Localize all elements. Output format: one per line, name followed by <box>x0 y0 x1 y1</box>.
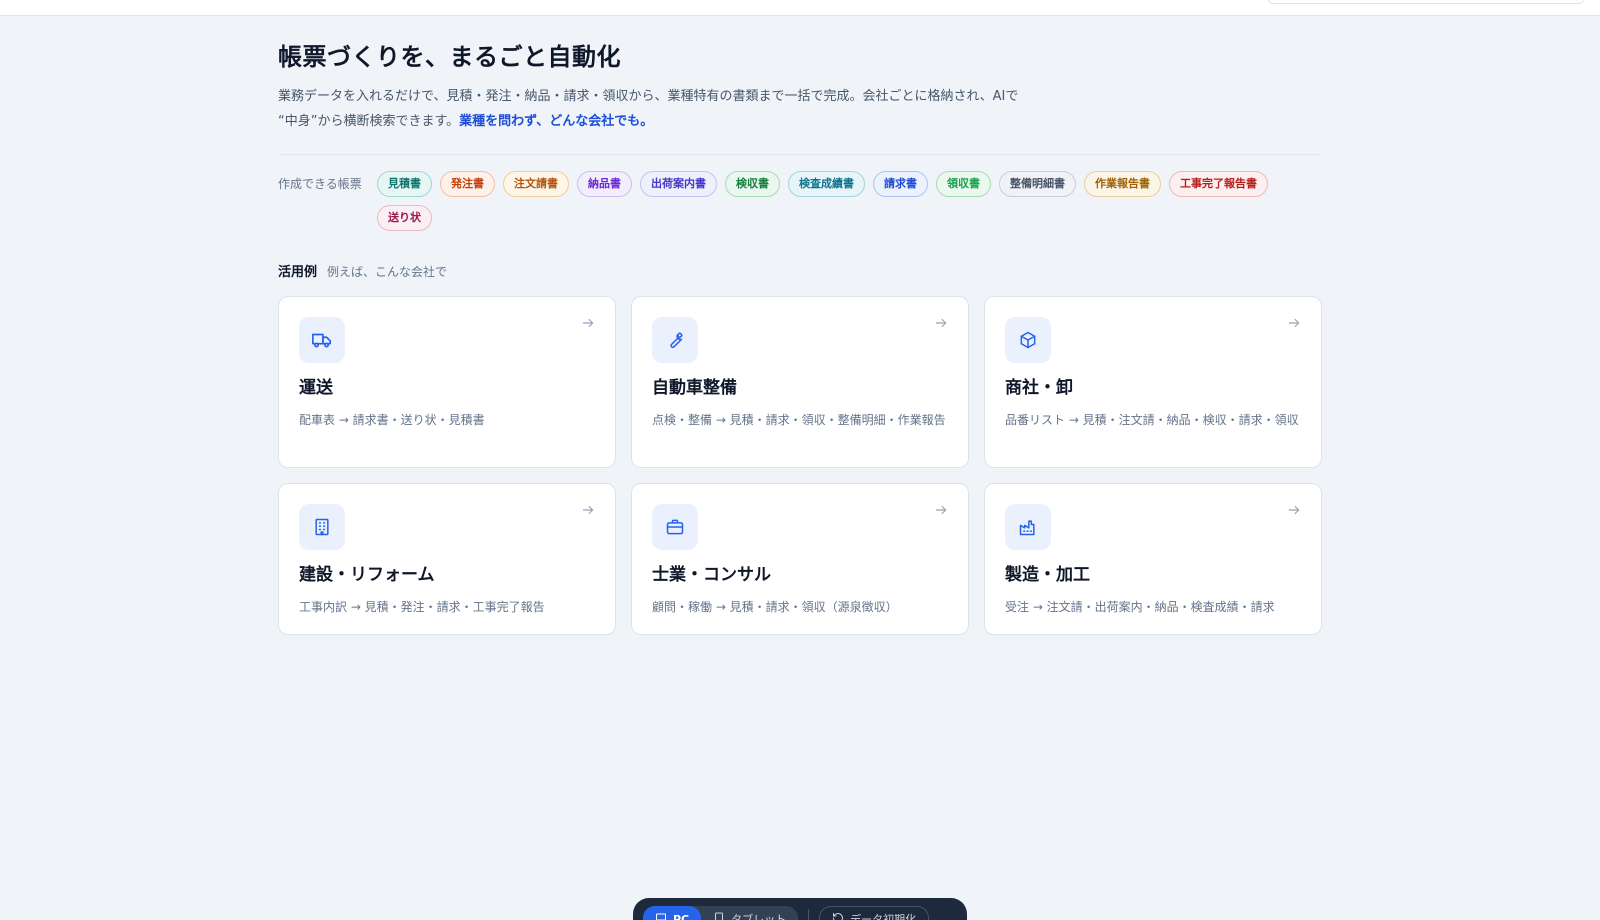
document-chip: 見積書 <box>377 171 432 197</box>
usecase-card-construction[interactable]: 建設・リフォーム 工事内訳 → 見積・発注・請求・工事完了報告 <box>278 483 616 635</box>
arrow-right-icon <box>1287 502 1301 521</box>
pc-label: PC <box>673 912 690 920</box>
document-chip: 出荷案内書 <box>640 171 717 197</box>
search-input[interactable] <box>1268 0 1584 4</box>
pc-view-button[interactable]: PC <box>643 906 702 920</box>
card-title: 建設・リフォーム <box>299 565 435 585</box>
usecase-title: 活用例 <box>278 265 318 280</box>
arrow-right-icon <box>1287 315 1301 334</box>
hero-description: 業務データを入れるだけで、見積・発注・納品・請求・領収から、業種特有の書類まで一… <box>278 84 1078 134</box>
arrow-right-icon <box>581 502 595 521</box>
card-description: 点検・整備 → 見積・請求・領収・整備明細・作業報告 <box>652 413 946 427</box>
document-chip: 発注書 <box>440 171 495 197</box>
hero-highlight: 業種を問わず、どんな会社でも。 <box>459 114 654 129</box>
document-chip: 作業報告書 <box>1084 171 1161 197</box>
tablet-label: タブレット <box>731 913 787 920</box>
document-chip: 送り状 <box>377 205 432 231</box>
arrow-right-icon <box>934 502 948 521</box>
briefcase-icon <box>652 504 698 550</box>
card-title: 製造・加工 <box>1005 565 1090 585</box>
card-title: 自動車整備 <box>652 378 737 398</box>
document-chip: 検査成績書 <box>788 171 865 197</box>
wrench-icon <box>652 317 698 363</box>
card-title: 士業・コンサル <box>652 565 771 585</box>
tablet-icon <box>713 912 725 920</box>
card-description: 品番リスト → 見積・注文請・納品・検収・請求・領収 <box>1005 413 1299 427</box>
document-chip: 検収書 <box>725 171 780 197</box>
arrow-right-icon <box>934 315 948 334</box>
reset-icon <box>832 912 844 920</box>
page-title: 帳票づくりを、まるごと自動化 <box>278 43 621 71</box>
usecase-grid: 運送 配車表 → 請求書・送り状・見積書 自動車整備 点検・整備 → 見積・請求… <box>278 296 1322 635</box>
usecase-card-trading[interactable]: 商社・卸 品番リスト → 見積・注文請・納品・検収・請求・領収 <box>984 296 1322 468</box>
usecase-card-auto-repair[interactable]: 自動車整備 点検・整備 → 見積・請求・領収・整備明細・作業報告 <box>631 296 969 468</box>
hero-desc-line2: “中身”から横断検索できます。 <box>278 114 460 129</box>
document-types-label: 作成できる帳票 <box>278 177 362 191</box>
usecase-subtitle: 例えば、こんな会社で <box>327 265 448 279</box>
top-bar <box>0 0 1600 16</box>
monitor-icon <box>655 912 667 920</box>
document-chips: 見積書 発注書 注文請書 納品書 出荷案内書 検収書 検査成績書 請求書 領収書 整備明細書 作業報… <box>377 171 1317 231</box>
dock-separator <box>808 909 810 920</box>
device-toggle: PC タブレット <box>643 906 799 920</box>
device-dock: PC タブレット データ初期化 <box>633 898 967 920</box>
hero-desc-line1: 業務データを入れるだけで、見積・発注・納品・請求・領収から、業種特有の書類まで一… <box>278 89 1019 104</box>
reset-label: データ初期化 <box>850 913 917 920</box>
document-types: 作成できる帳票 見積書 発注書 注文請書 納品書 出荷案内書 検収書 検査成績書 請求書 領収書… <box>278 171 1322 231</box>
card-description: 顧問・稼働 → 見積・請求・領収（源泉徴収） <box>652 600 898 614</box>
usecase-header: 活用例 例えば、こんな会社で <box>278 261 1322 280</box>
document-chip: 領収書 <box>936 171 991 197</box>
arrow-right-icon <box>581 315 595 334</box>
document-chip: 注文請書 <box>503 171 569 197</box>
card-title: 運送 <box>299 378 333 398</box>
card-description: 工事内訳 → 見積・発注・請求・工事完了報告 <box>299 600 545 614</box>
factory-icon <box>1005 504 1051 550</box>
document-chip: 工事完了報告書 <box>1169 171 1268 197</box>
tablet-view-button[interactable]: タブレット <box>701 906 798 920</box>
divider <box>278 154 1322 155</box>
usecase-card-consulting[interactable]: 士業・コンサル 顧問・稼働 → 見積・請求・領収（源泉徴収） <box>631 483 969 635</box>
card-description: 配車表 → 請求書・送り状・見積書 <box>299 413 485 427</box>
document-chip: 納品書 <box>577 171 632 197</box>
box-icon <box>1005 317 1051 363</box>
usecase-card-manufacturing[interactable]: 製造・加工 受注 → 注文請・出荷案内・納品・検査成績・請求 <box>984 483 1322 635</box>
truck-icon <box>299 317 345 363</box>
reset-data-button[interactable]: データ初期化 <box>819 906 930 920</box>
card-title: 商社・卸 <box>1005 378 1073 398</box>
card-description: 受注 → 注文請・出荷案内・納品・検査成績・請求 <box>1005 600 1275 614</box>
document-chip: 請求書 <box>873 171 928 197</box>
document-chip: 整備明細書 <box>999 171 1076 197</box>
main-content: 帳票づくりを、まるごと自動化 業務データを入れるだけで、見積・発注・納品・請求・… <box>278 40 1322 635</box>
building-icon <box>299 504 345 550</box>
usecase-card-transport[interactable]: 運送 配車表 → 請求書・送り状・見積書 <box>278 296 616 468</box>
